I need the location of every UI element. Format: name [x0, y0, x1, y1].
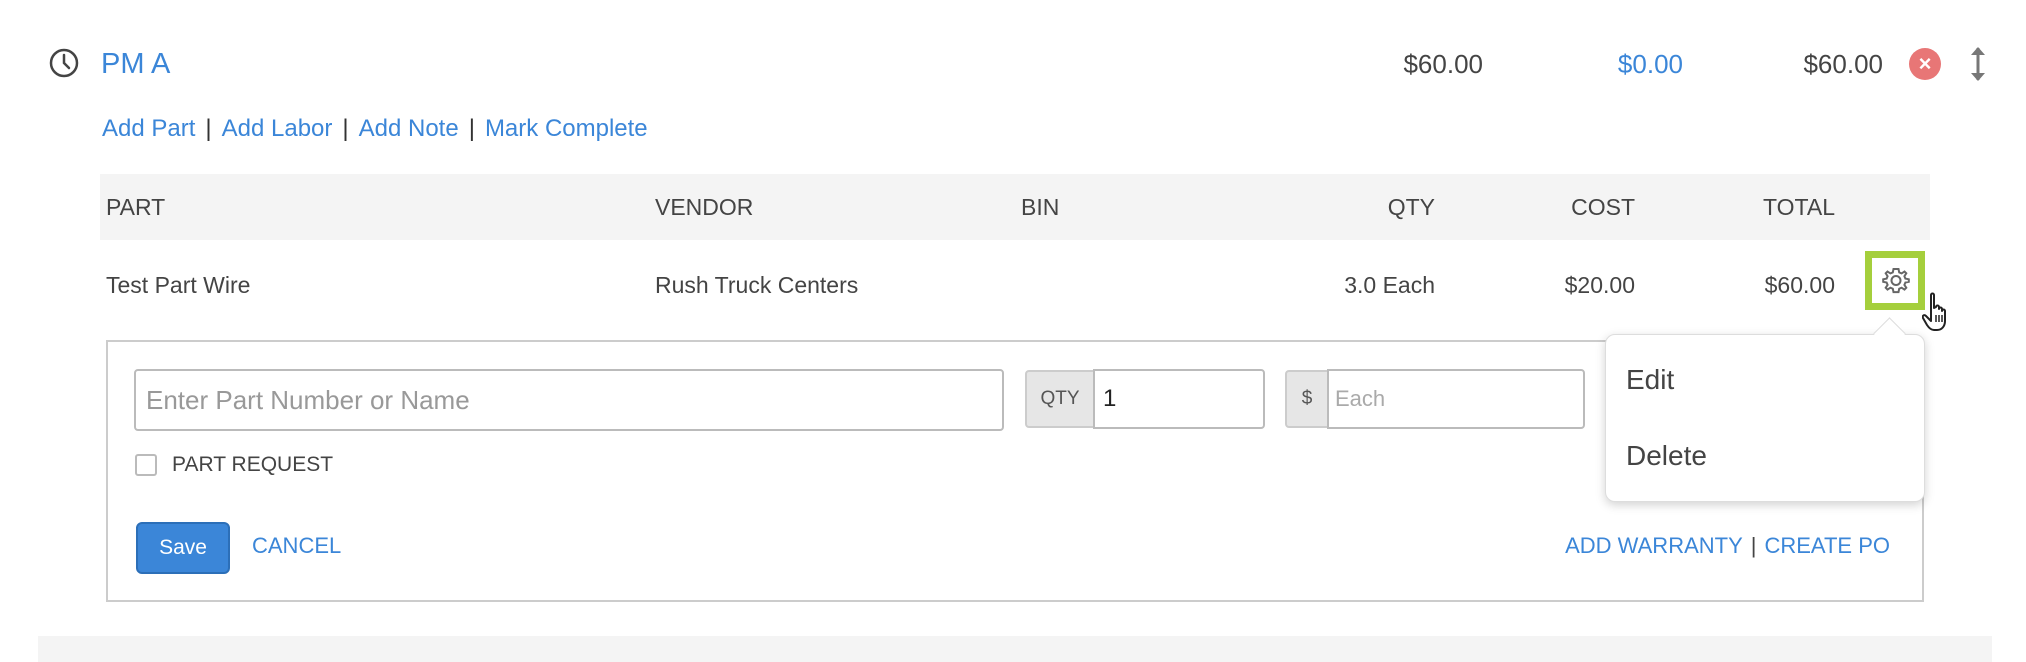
cancel-link[interactable]: CANCEL [252, 531, 341, 561]
add-part-link[interactable]: Add Part [102, 115, 195, 142]
row-settings-button[interactable] [1865, 251, 1925, 310]
part-request-label[interactable]: PART REQUEST [172, 451, 333, 479]
close-icon[interactable]: × [1909, 48, 1941, 80]
each-cost-input[interactable] [1327, 369, 1585, 429]
mark-complete-link[interactable]: Mark Complete [485, 115, 648, 142]
clock-icon [49, 48, 79, 78]
cell-qty: 3.0 Each [1344, 272, 1435, 298]
table-header [100, 174, 1930, 240]
add-warranty-link[interactable]: ADD WARRANTY [1565, 533, 1743, 558]
menu-item-edit[interactable]: Edit [1626, 362, 1674, 398]
action-links: Add Part | Add Labor | Add Note | Mark Complet… [102, 112, 648, 146]
labor-amount[interactable]: $0.00 [1618, 46, 1683, 82]
cell-cost: $20.00 [1564, 272, 1635, 298]
save-button[interactable]: Save [136, 522, 230, 574]
cell-part: Test Part Wire [106, 272, 251, 298]
form-extra-links: ADD WARRANTY | CREATE PO [1565, 531, 1890, 561]
part-request-checkbox[interactable] [135, 454, 157, 476]
parts-amount: $60.00 [1403, 49, 1483, 79]
next-section [38, 636, 1992, 662]
col-total: TOTAL [1763, 194, 1835, 220]
separator: | [1750, 533, 1757, 558]
qty-label: QTY [1025, 370, 1095, 428]
col-cost: COST [1571, 194, 1635, 220]
currency-label: $ [1285, 370, 1329, 428]
qty-input[interactable] [1093, 369, 1265, 429]
service-title[interactable]: PM A [101, 44, 170, 84]
row-actions-menu [1605, 334, 1925, 502]
col-part: PART [106, 194, 166, 220]
create-po-link[interactable]: CREATE PO [1764, 533, 1890, 558]
total-amount: $60.00 [1803, 49, 1883, 79]
gear-icon [1882, 268, 1910, 294]
separator: | [468, 115, 475, 142]
sort-vertical-icon[interactable] [1968, 44, 1988, 84]
cell-vendor: Rush Truck Centers [655, 272, 859, 298]
menu-item-delete[interactable]: Delete [1626, 438, 1707, 474]
part-search-input[interactable] [134, 369, 1004, 431]
col-vendor: VENDOR [655, 194, 754, 220]
separator: | [205, 115, 212, 142]
add-note-link[interactable]: Add Note [359, 115, 459, 142]
separator: | [342, 115, 349, 142]
add-labor-link[interactable]: Add Labor [222, 115, 333, 142]
cell-total: $60.00 [1764, 272, 1835, 298]
col-qty: QTY [1387, 194, 1435, 220]
col-bin: BIN [1021, 194, 1060, 220]
hand-cursor-icon [1922, 292, 1946, 331]
